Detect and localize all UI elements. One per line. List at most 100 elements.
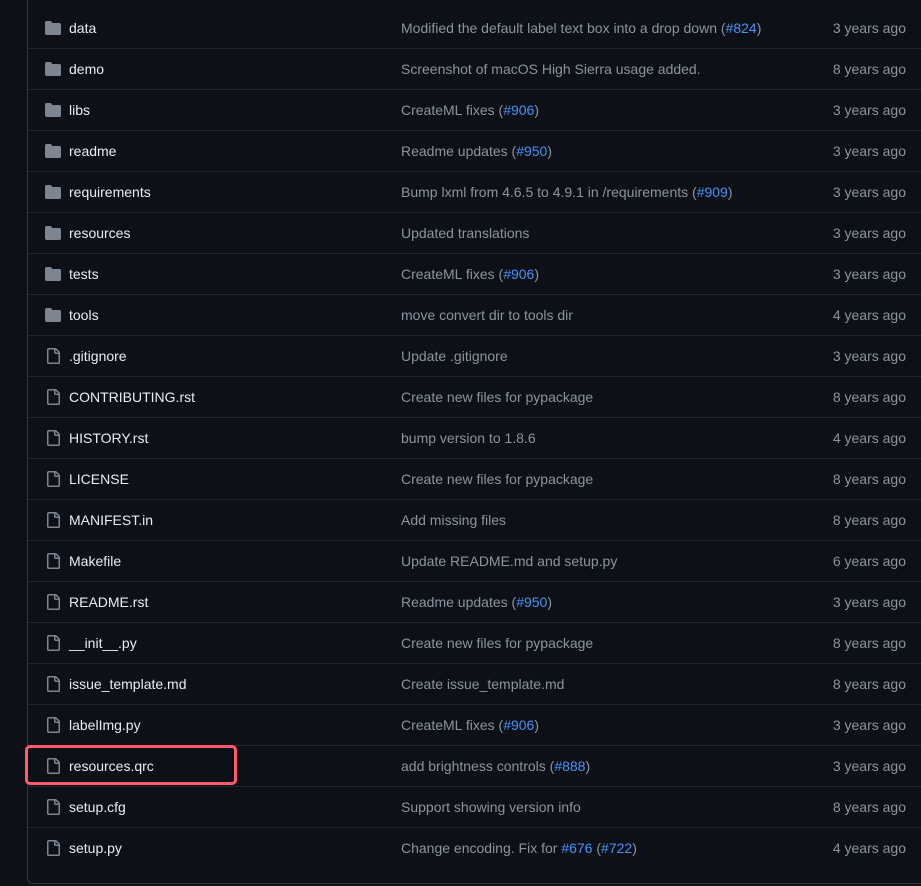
commit-message-text[interactable]: ): [632, 840, 637, 856]
pull-request-link[interactable]: #824: [726, 20, 757, 36]
file-row-requirements[interactable]: requirements Bump lxml from 4.6.5 to 4.9…: [28, 172, 921, 213]
file-name-link[interactable]: setup.py: [69, 839, 122, 857]
commit-message-text[interactable]: ): [547, 594, 552, 610]
commit-message-text[interactable]: Modified the default label text box into…: [401, 20, 726, 36]
commit-message[interactable]: Create issue_template.md: [401, 675, 564, 693]
file-row-data[interactable]: data Modified the default label text box…: [28, 8, 921, 49]
commit-message-text[interactable]: ): [585, 758, 590, 774]
file-row-gitignore[interactable]: .gitignore Update .gitignore 3 years ago: [28, 336, 921, 377]
commit-message[interactable]: Add missing files: [401, 511, 506, 529]
commit-message-text[interactable]: move convert dir to tools dir: [401, 307, 573, 323]
file-name-link[interactable]: HISTORY.rst: [69, 429, 148, 447]
file-row-setup-py[interactable]: setup.py Change encoding. Fix for #676 (…: [28, 828, 921, 868]
commit-message-text[interactable]: bump version to 1.8.6: [401, 430, 536, 446]
commit-message[interactable]: Update README.md and setup.py: [401, 552, 617, 570]
file-row-makefile[interactable]: Makefile Update README.md and setup.py 6…: [28, 541, 921, 582]
pull-request-link[interactable]: #950: [516, 594, 547, 610]
file-name-link[interactable]: issue_template.md: [69, 675, 187, 693]
file-row-readme-rst[interactable]: README.rst Readme updates (#950) 3 years…: [28, 582, 921, 623]
commit-message[interactable]: Screenshot of macOS High Sierra usage ad…: [401, 60, 701, 78]
file-row-init-py[interactable]: __init__.py Create new files for pypacka…: [28, 623, 921, 664]
file-name-link[interactable]: MANIFEST.in: [69, 511, 153, 529]
commit-message-text[interactable]: Create issue_template.md: [401, 676, 564, 692]
file-row-license[interactable]: LICENSE Create new files for pypackage 8…: [28, 459, 921, 500]
commit-message-text[interactable]: Create new files for pypackage: [401, 471, 593, 487]
commit-message-text[interactable]: ): [728, 184, 733, 200]
commit-message-text[interactable]: (: [592, 840, 601, 856]
pull-request-link[interactable]: #950: [516, 143, 547, 159]
file-name-link[interactable]: CONTRIBUTING.rst: [69, 388, 195, 406]
commit-message-text[interactable]: Change encoding. Fix for: [401, 840, 561, 856]
commit-message-text[interactable]: Screenshot of macOS High Sierra usage ad…: [401, 61, 701, 77]
commit-message[interactable]: CreateML fixes (#906): [401, 101, 539, 119]
pull-request-link[interactable]: #722: [601, 840, 632, 856]
commit-message[interactable]: CreateML fixes (#906): [401, 716, 539, 734]
commit-message[interactable]: Readme updates (#950): [401, 593, 552, 611]
file-name-link[interactable]: requirements: [69, 183, 151, 201]
commit-message-text[interactable]: ): [757, 20, 762, 36]
commit-message-text[interactable]: CreateML fixes (: [401, 717, 503, 733]
file-row-setup-cfg[interactable]: setup.cfg Support showing version info 8…: [28, 787, 921, 828]
commit-message[interactable]: Support showing version info: [401, 798, 581, 816]
commit-message-text[interactable]: CreateML fixes (: [401, 266, 503, 282]
commit-message-text[interactable]: Updated translations: [401, 225, 529, 241]
commit-message[interactable]: Change encoding. Fix for #676 (#722): [401, 839, 637, 857]
commit-message[interactable]: Create new files for pypackage: [401, 634, 593, 652]
commit-message[interactable]: Bump lxml from 4.6.5 to 4.9.1 in /requir…: [401, 183, 733, 201]
commit-message-text[interactable]: Bump lxml from 4.6.5 to 4.9.1 in /requir…: [401, 184, 697, 200]
pull-request-link[interactable]: #906: [503, 102, 534, 118]
file-row-labelimg-py[interactable]: labelImg.py CreateML fixes (#906) 3 year…: [28, 705, 921, 746]
file-row-libs[interactable]: libs CreateML fixes (#906) 3 years ago: [28, 90, 921, 131]
commit-message-text[interactable]: Create new files for pypackage: [401, 635, 593, 651]
commit-message-text[interactable]: CreateML fixes (: [401, 102, 503, 118]
file-name-link[interactable]: __init__.py: [69, 634, 137, 652]
commit-message[interactable]: Updated translations: [401, 224, 529, 242]
file-row-tests[interactable]: tests CreateML fixes (#906) 3 years ago: [28, 254, 921, 295]
file-name-link[interactable]: README.rst: [69, 593, 148, 611]
pull-request-link[interactable]: #906: [503, 266, 534, 282]
file-name-link[interactable]: demo: [69, 60, 104, 78]
file-name-link[interactable]: libs: [69, 101, 90, 119]
commit-message[interactable]: add brightness controls (#888): [401, 757, 590, 775]
file-name-link[interactable]: readme: [69, 142, 116, 160]
file-name-link[interactable]: LICENSE: [69, 470, 129, 488]
commit-message[interactable]: Update .gitignore: [401, 347, 508, 365]
commit-message[interactable]: Create new files for pypackage: [401, 470, 593, 488]
commit-message-text[interactable]: ): [534, 717, 539, 733]
commit-message-text[interactable]: Update README.md and setup.py: [401, 553, 617, 569]
file-row-resources[interactable]: resources Updated translations 3 years a…: [28, 213, 921, 254]
commit-message-text[interactable]: Readme updates (: [401, 143, 516, 159]
file-name-link[interactable]: resources: [69, 224, 130, 242]
file-row-tools[interactable]: tools move convert dir to tools dir 4 ye…: [28, 295, 921, 336]
commit-message-text[interactable]: ): [534, 102, 539, 118]
commit-message-text[interactable]: add brightness controls (: [401, 758, 554, 774]
commit-message[interactable]: move convert dir to tools dir: [401, 306, 573, 324]
commit-message[interactable]: Readme updates (#950): [401, 142, 552, 160]
pull-request-link[interactable]: #676: [561, 840, 592, 856]
file-name-link[interactable]: Makefile: [69, 552, 121, 570]
commit-message-text[interactable]: Readme updates (: [401, 594, 516, 610]
pull-request-link[interactable]: #909: [697, 184, 728, 200]
commit-message-text[interactable]: ): [534, 266, 539, 282]
file-row-demo[interactable]: demo Screenshot of macOS High Sierra usa…: [28, 49, 921, 90]
file-name-link[interactable]: resources.qrc: [69, 757, 154, 775]
file-row-readme[interactable]: readme Readme updates (#950) 3 years ago: [28, 131, 921, 172]
file-name-link[interactable]: .gitignore: [69, 347, 127, 365]
commit-message-text[interactable]: ): [547, 143, 552, 159]
commit-message[interactable]: Modified the default label text box into…: [401, 19, 761, 37]
file-name-link[interactable]: data: [69, 19, 96, 37]
file-row-contributing-rst[interactable]: CONTRIBUTING.rst Create new files for py…: [28, 377, 921, 418]
file-name-link[interactable]: tests: [69, 265, 99, 283]
commit-message[interactable]: CreateML fixes (#906): [401, 265, 539, 283]
file-row-issue-template-md[interactable]: issue_template.md Create issue_template.…: [28, 664, 921, 705]
pull-request-link[interactable]: #906: [503, 717, 534, 733]
file-row-manifest-in[interactable]: MANIFEST.in Add missing files 8 years ag…: [28, 500, 921, 541]
commit-message[interactable]: bump version to 1.8.6: [401, 429, 536, 447]
file-name-link[interactable]: tools: [69, 306, 99, 324]
commit-message-text[interactable]: Create new files for pypackage: [401, 389, 593, 405]
file-row-history-rst[interactable]: HISTORY.rst bump version to 1.8.6 4 year…: [28, 418, 921, 459]
pull-request-link[interactable]: #888: [554, 758, 585, 774]
commit-message-text[interactable]: Support showing version info: [401, 799, 581, 815]
commit-message-text[interactable]: Update .gitignore: [401, 348, 508, 364]
file-name-link[interactable]: labelImg.py: [69, 716, 141, 734]
